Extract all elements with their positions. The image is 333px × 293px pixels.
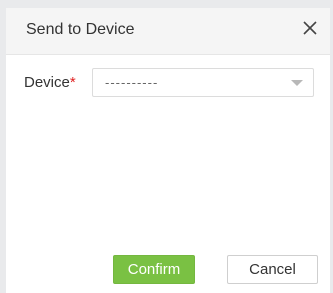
device-label-text: Device bbox=[24, 74, 70, 91]
close-icon[interactable] bbox=[299, 17, 321, 39]
required-mark: * bbox=[69, 74, 76, 91]
cancel-button[interactable]: Cancel bbox=[227, 255, 318, 284]
device-select[interactable]: ---------- bbox=[92, 68, 314, 97]
send-to-device-dialog: Send to Device Device* ---------- Confir… bbox=[6, 8, 330, 293]
device-label: Device* bbox=[24, 74, 76, 91]
dialog-header: Send to Device bbox=[6, 8, 330, 55]
confirm-button[interactable]: Confirm bbox=[113, 255, 195, 284]
chevron-down-icon bbox=[291, 80, 303, 86]
dialog-title: Send to Device bbox=[26, 21, 135, 38]
device-select-value: ---------- bbox=[105, 75, 159, 90]
